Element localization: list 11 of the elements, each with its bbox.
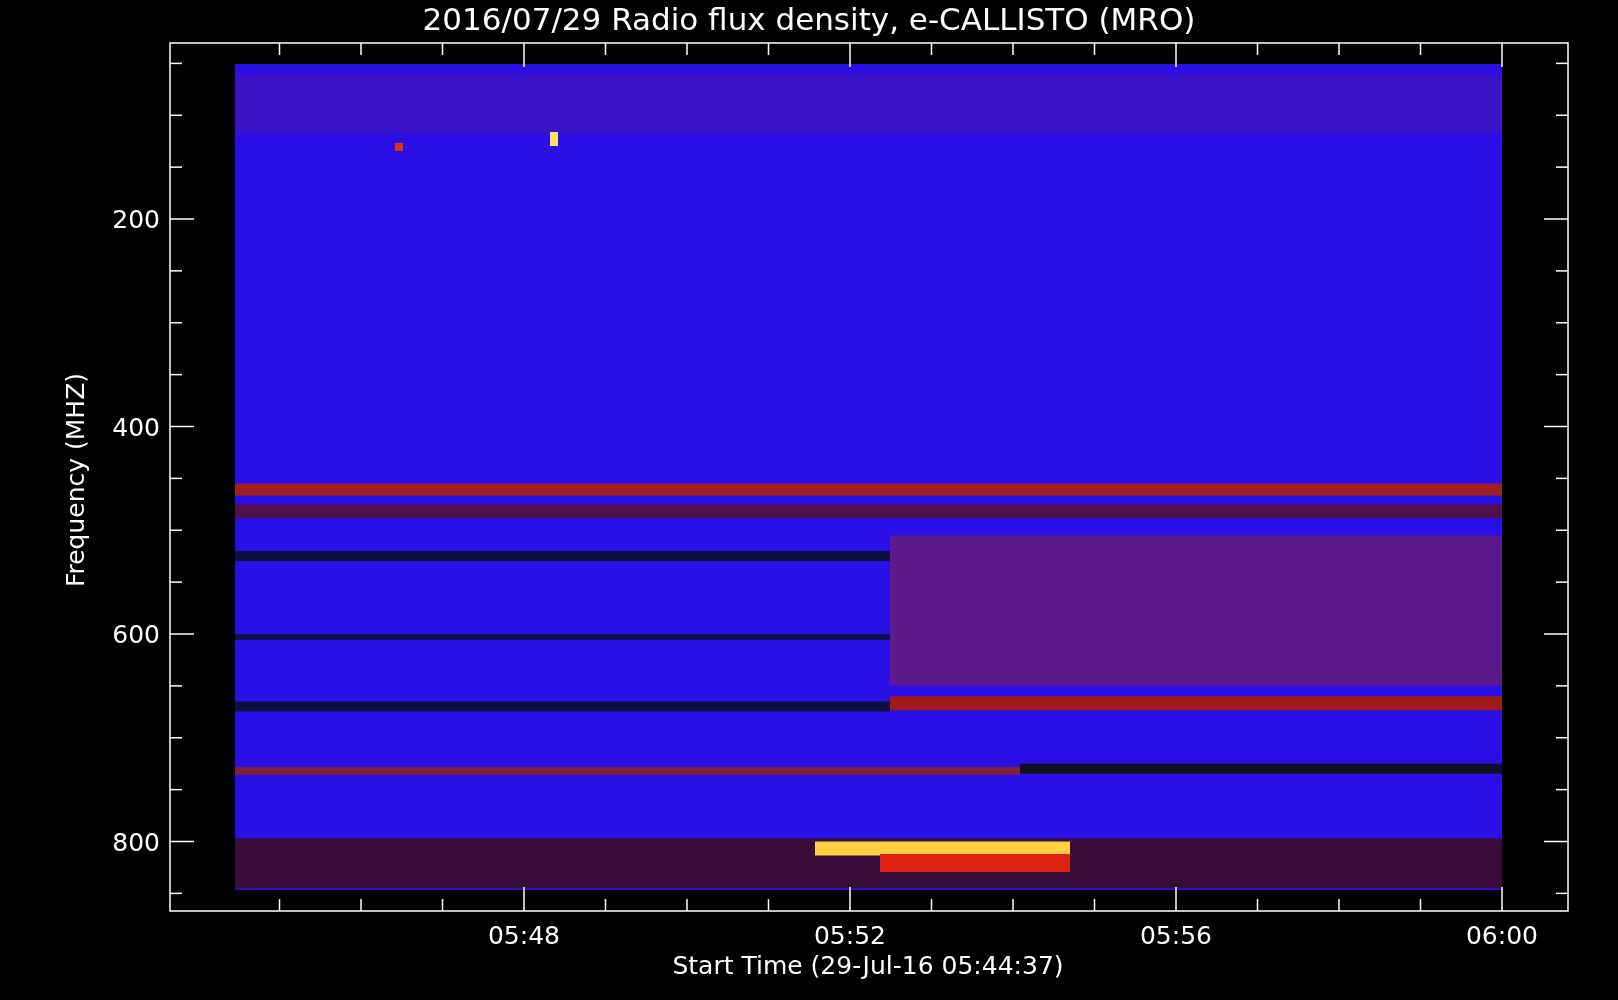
tick-label: 200	[112, 205, 160, 234]
axis-label: Frequency (MHZ)	[61, 372, 90, 588]
plot-title: 2016/07/29 Radio flux density, e-CALLISTO (MRO)	[422, 1, 1196, 37]
tick-label: 05:56	[1140, 921, 1212, 950]
tick-label: 800	[112, 827, 160, 857]
tick-label: 400	[112, 412, 160, 442]
axis-label: Start Time (29-Jul-16 05:44:37)	[672, 951, 1064, 980]
tick-label: 06:00	[1466, 921, 1538, 950]
tick-label: 05:52	[814, 921, 886, 950]
tick-label: 600	[112, 620, 160, 649]
tick-label: 05:48	[488, 921, 560, 950]
